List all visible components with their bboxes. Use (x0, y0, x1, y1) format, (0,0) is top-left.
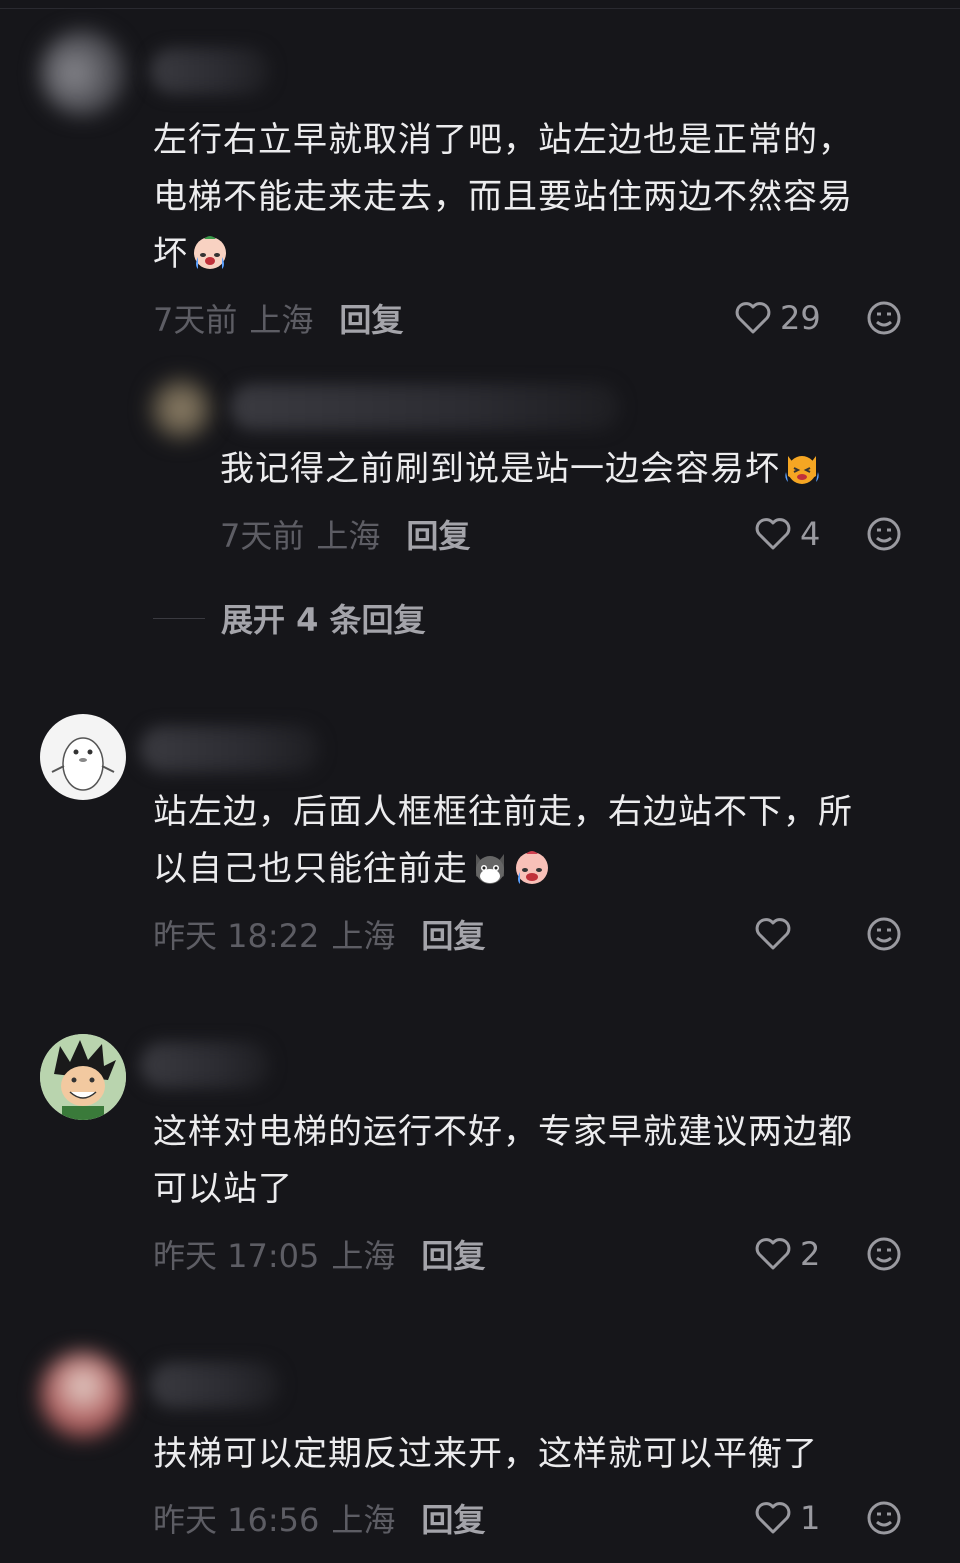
comment-location: 上海 (331, 1237, 396, 1275)
heart-outline-icon (755, 518, 791, 550)
comment-location: 上海 (331, 1501, 396, 1539)
comment-text: 站左边，后面人框框往前走，右边站不下，所 以自己也只能往前走 (153, 784, 913, 898)
reply-button[interactable]: 回复 (421, 911, 485, 957)
smiley-face-icon[interactable] (866, 300, 902, 336)
comment-meta: 昨天 18:22 上海 回复 (153, 911, 485, 957)
like-count: 2 (800, 1235, 821, 1273)
like-button[interactable]: 1 (754, 1498, 820, 1538)
reply-button[interactable]: 回复 (406, 511, 470, 557)
reply-button[interactable]: 回复 (421, 1231, 485, 1277)
like-button[interactable]: 4 (754, 514, 820, 554)
comment-meta: 7天前 上海 回复 (153, 295, 403, 341)
avatar[interactable] (40, 1034, 126, 1120)
heart-outline-icon (755, 1502, 791, 1534)
smiley-face-icon[interactable] (866, 916, 902, 952)
comment-text-line-2: 可以站了 (153, 1169, 293, 1209)
comment-text: 这样对电梯的运行不好，专家早就建议两边都 可以站了 (153, 1104, 913, 1218)
anime-boy-avatar-image (40, 1034, 126, 1120)
smiley-face-icon[interactable] (866, 1500, 902, 1536)
like-button[interactable]: 29 (734, 298, 821, 338)
comment-time: 7天前 (153, 301, 238, 339)
like-button[interactable]: 2 (754, 1234, 820, 1274)
reply-text: 我记得之前刷到说是站一边会容易坏 (220, 441, 960, 498)
expand-replies-label: 展开 4 条回复 (221, 601, 426, 639)
smiley-face-icon[interactable] (866, 1236, 902, 1272)
comment-time: 昨天 17:05 (153, 1237, 320, 1275)
heart-outline-icon (755, 1238, 791, 1270)
avatar[interactable] (40, 1352, 126, 1438)
comment-text-line-1: 左行右立早就取消了吧，站左边也是正常的， (153, 120, 853, 160)
comment-meta: 昨天 16:56 上海 回复 (153, 1495, 485, 1541)
like-count: 1 (800, 1499, 821, 1537)
top-divider (0, 8, 960, 9)
comment-text-line-3: 坏 (153, 234, 188, 274)
comment-text-line-1: 这样对电梯的运行不好，专家早就建议两边都 (153, 1112, 853, 1152)
reply-text-line: 我记得之前刷到说是站一边会容易坏 (220, 449, 780, 489)
expand-replies-button[interactable]: 展开 4 条回复 (153, 598, 426, 639)
reply-button[interactable]: 回复 (339, 295, 403, 341)
like-count: 29 (780, 299, 821, 337)
reply-button[interactable]: 回复 (421, 1495, 485, 1541)
cat-face-emoji (476, 854, 504, 884)
reply-time: 7天前 (220, 517, 305, 555)
comment-location: 上海 (249, 301, 314, 339)
comment-text: 扶梯可以定期反过来开，这样就可以平衡了 (153, 1426, 913, 1483)
like-button[interactable] (754, 914, 800, 954)
crying-baby-emoji (194, 236, 226, 269)
seal-avatar-image (51, 737, 115, 791)
crying-cat-emoji (785, 456, 819, 484)
smiley-face-icon[interactable] (866, 516, 902, 552)
comment-text-line-1: 站左边，后面人框框往前走，右边站不下，所 (153, 792, 853, 832)
username-blurred[interactable] (150, 48, 270, 94)
comment-text-line-2: 电梯不能走来走去，而且要站住两边不然容易 (153, 177, 853, 217)
heart-outline-icon (735, 302, 771, 334)
username-blurred[interactable] (150, 1362, 280, 1408)
comment-time: 昨天 16:56 (153, 1501, 320, 1539)
comment-location: 上海 (331, 917, 396, 955)
username-blurred[interactable] (140, 726, 320, 772)
expand-divider (153, 617, 205, 619)
avatar[interactable] (40, 714, 126, 800)
username-blurred[interactable] (140, 1042, 270, 1088)
reply-meta: 7天前 上海 回复 (220, 511, 470, 557)
avatar[interactable] (40, 30, 126, 116)
reply-location: 上海 (316, 517, 381, 555)
comment-text-line-2: 以自己也只能往前走 (153, 849, 468, 889)
username-blurred[interactable] (230, 384, 620, 430)
comment-time: 昨天 18:22 (153, 917, 320, 955)
like-count: 4 (800, 515, 821, 553)
comment-text-line: 扶梯可以定期反过来开，这样就可以平衡了 (153, 1434, 818, 1474)
avatar[interactable] (150, 378, 212, 440)
comment-meta: 昨天 17:05 上海 回复 (153, 1231, 485, 1277)
crying-baby-emoji (516, 851, 548, 884)
heart-outline-icon (755, 918, 791, 950)
comment-text: 左行右立早就取消了吧，站左边也是正常的， 电梯不能走来走去，而且要站住两边不然容… (153, 112, 913, 283)
